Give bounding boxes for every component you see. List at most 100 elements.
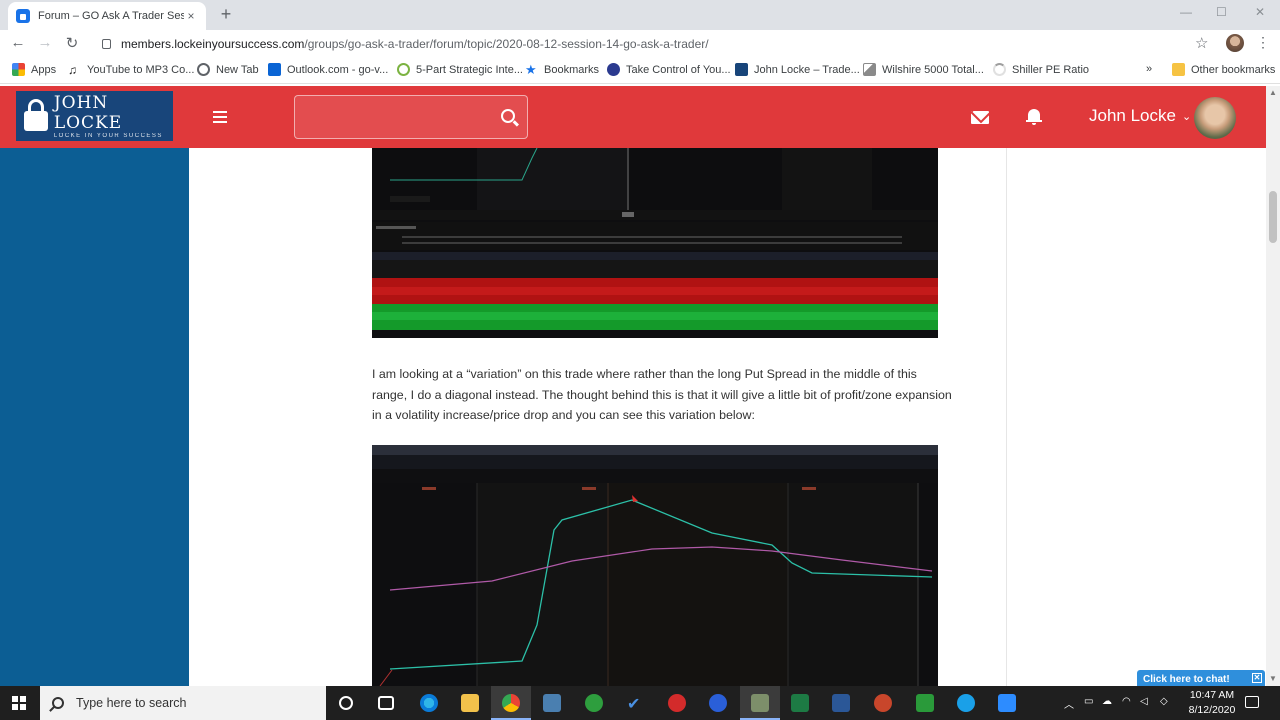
bookmark-label: Outlook.com - go-v... — [287, 63, 389, 76]
star-icon: ★ — [525, 62, 537, 77]
window-close-icon[interactable]: ✕ — [1255, 5, 1265, 19]
windows-start-icon[interactable] — [12, 696, 26, 710]
checkmark-app-icon[interactable]: ✔ — [627, 694, 645, 713]
skype-icon[interactable] — [957, 694, 975, 712]
word-icon[interactable] — [832, 694, 850, 712]
bookmark-take-control[interactable]: Take Control of You... — [607, 63, 731, 76]
bookmark-strategic[interactable]: 5-Part Strategic Inte... — [397, 63, 523, 76]
edge-icon[interactable] — [420, 694, 438, 712]
url-host: members.lockeinyoursuccess.com — [121, 37, 305, 51]
user-menu[interactable]: John Locke ⌄ — [1089, 106, 1191, 126]
task-view-icon[interactable] — [378, 696, 394, 710]
maximize-icon[interactable]: ☐ — [1216, 5, 1227, 19]
bookmark-bookmarks[interactable]: ★ Bookmarks — [525, 63, 599, 76]
chat-close-icon[interactable]: ✕ — [1252, 673, 1262, 683]
opera-icon[interactable] — [668, 694, 686, 712]
circle-logo-icon — [607, 63, 620, 76]
forward-arrow-icon[interactable]: → — [35, 34, 55, 51]
bookmark-john-locke[interactable]: John Locke – Trade... — [735, 63, 860, 76]
logo-name: JOHN LOCKE — [53, 93, 123, 133]
user-name: John Locke — [1089, 106, 1176, 125]
green-app-icon[interactable] — [585, 694, 603, 712]
zoom-icon[interactable] — [998, 694, 1016, 712]
search-icon — [52, 697, 64, 709]
browser-menu-icon[interactable]: ⋮ — [1256, 34, 1270, 51]
hamburger-menu-icon[interactable] — [213, 111, 227, 123]
thinkorswim-icon — [751, 694, 769, 712]
tray-chevron-icon[interactable]: ︿ — [1064, 696, 1074, 711]
page-scrollbar[interactable]: ▲ ▼ — [1266, 86, 1280, 686]
media-player-icon[interactable] — [709, 694, 727, 712]
green-tool-icon[interactable] — [916, 694, 934, 712]
file-explorer-icon[interactable] — [461, 694, 479, 712]
more-bookmarks-chevron[interactable]: » — [1146, 63, 1152, 75]
clock-date: 8/12/2020 — [1188, 704, 1236, 716]
address-bar[interactable]: members.lockeinyoursuccess.com/groups/go… — [96, 33, 1216, 55]
outlook-icon — [268, 63, 281, 76]
post-screenshot-positions[interactable] — [372, 148, 938, 338]
bookmark-label: Shiller PE Ratio — [1012, 63, 1090, 76]
bookmark-label: Other bookmarks — [1191, 63, 1276, 76]
system-clock[interactable]: 10:47 AM 8/12/2020 — [1186, 688, 1238, 718]
lock-logo-icon — [735, 63, 748, 76]
bookmark-new-tab[interactable]: New Tab — [197, 63, 259, 76]
user-avatar[interactable] — [1194, 97, 1236, 139]
left-sidebar — [0, 148, 189, 686]
bookmark-youtube-mp3[interactable]: ♫ YouTube to MP3 Co... — [68, 63, 195, 77]
profile-avatar[interactable] — [1226, 34, 1244, 52]
apps-grid-icon — [12, 63, 25, 76]
padlock-logo-icon — [22, 99, 48, 133]
bookmark-label: Bookmarks — [544, 63, 600, 76]
post-screenshot-risk-graph[interactable] — [372, 445, 938, 686]
site-search-input[interactable] — [294, 95, 528, 139]
powerpoint-icon[interactable] — [874, 694, 892, 712]
folder-icon — [1172, 63, 1185, 76]
cortana-icon[interactable] — [339, 696, 353, 710]
excel-icon[interactable] — [791, 694, 809, 712]
scroll-up-icon[interactable]: ▲ — [1269, 88, 1277, 97]
minimize-icon[interactable]: — — [1180, 5, 1192, 19]
back-arrow-icon[interactable]: ← — [8, 34, 28, 51]
wifi-icon[interactable]: ◠ — [1122, 696, 1131, 707]
browser-tab-active[interactable]: Forum – GO Ask A Trader Session × — [8, 2, 206, 30]
globe-icon — [197, 63, 210, 76]
bookmarks-bar: Apps ♫ YouTube to MP3 Co... New Tab Outl… — [0, 58, 1280, 84]
scrollbar-thumb[interactable] — [1269, 191, 1277, 243]
music-note-icon: ♫ — [68, 63, 77, 77]
chevron-down-icon: ⌄ — [1181, 110, 1192, 123]
bookmark-outlook[interactable]: Outlook.com - go-v... — [268, 63, 388, 76]
taskbar-search-placeholder: Type here to search — [76, 696, 187, 710]
scroll-down-icon[interactable]: ▼ — [1269, 674, 1277, 683]
bookmark-apps[interactable]: Apps — [12, 63, 56, 76]
other-bookmarks[interactable]: Other bookmarks — [1172, 63, 1275, 76]
action-center-icon[interactable] — [1245, 696, 1259, 708]
app-taskbar-icon[interactable] — [543, 694, 561, 712]
new-tab-button[interactable]: + — [216, 4, 236, 25]
taskbar-search-box[interactable]: Type here to search — [40, 686, 326, 720]
chat-label: Click here to chat! — [1143, 673, 1230, 685]
bookmark-label: YouTube to MP3 Co... — [87, 63, 195, 76]
bookmark-shiller[interactable]: Shiller PE Ratio — [993, 63, 1089, 76]
clock-time: 10:47 AM — [1189, 689, 1235, 701]
notifications-bell-icon[interactable] — [1026, 109, 1042, 125]
search-icon[interactable] — [501, 109, 515, 123]
bookmark-label: Apps — [31, 63, 57, 76]
risk-graph-screenshot-graphic — [372, 445, 938, 686]
volume-icon[interactable]: ◁ — [1140, 696, 1148, 707]
bookmark-wilshire[interactable]: Wilshire 5000 Total... — [863, 63, 984, 76]
column-divider — [1006, 148, 1007, 686]
dropbox-icon[interactable]: ◇ — [1160, 696, 1168, 707]
tab-title: Forum – GO Ask A Trader Session — [38, 10, 184, 22]
reload-icon[interactable]: ↻ — [62, 34, 82, 52]
bookmark-label: 5-Part Strategic Inte... — [416, 63, 523, 76]
tab-close-icon[interactable]: × — [184, 9, 198, 23]
bookmark-label: John Locke – Trade... — [754, 63, 860, 76]
logo-tagline: LOCKE IN YOUR SUCCESS — [53, 133, 163, 139]
loading-icon — [993, 63, 1006, 76]
site-logo[interactable]: JOHN LOCKE LOCKE IN YOUR SUCCESS — [16, 91, 173, 141]
onedrive-icon[interactable]: ☁ — [1102, 696, 1112, 707]
bookmark-star-icon[interactable]: ☆ — [1195, 34, 1208, 52]
secure-lock-icon — [102, 39, 111, 49]
battery-icon[interactable]: ▭ — [1084, 696, 1093, 707]
messages-envelope-icon[interactable] — [971, 111, 989, 124]
